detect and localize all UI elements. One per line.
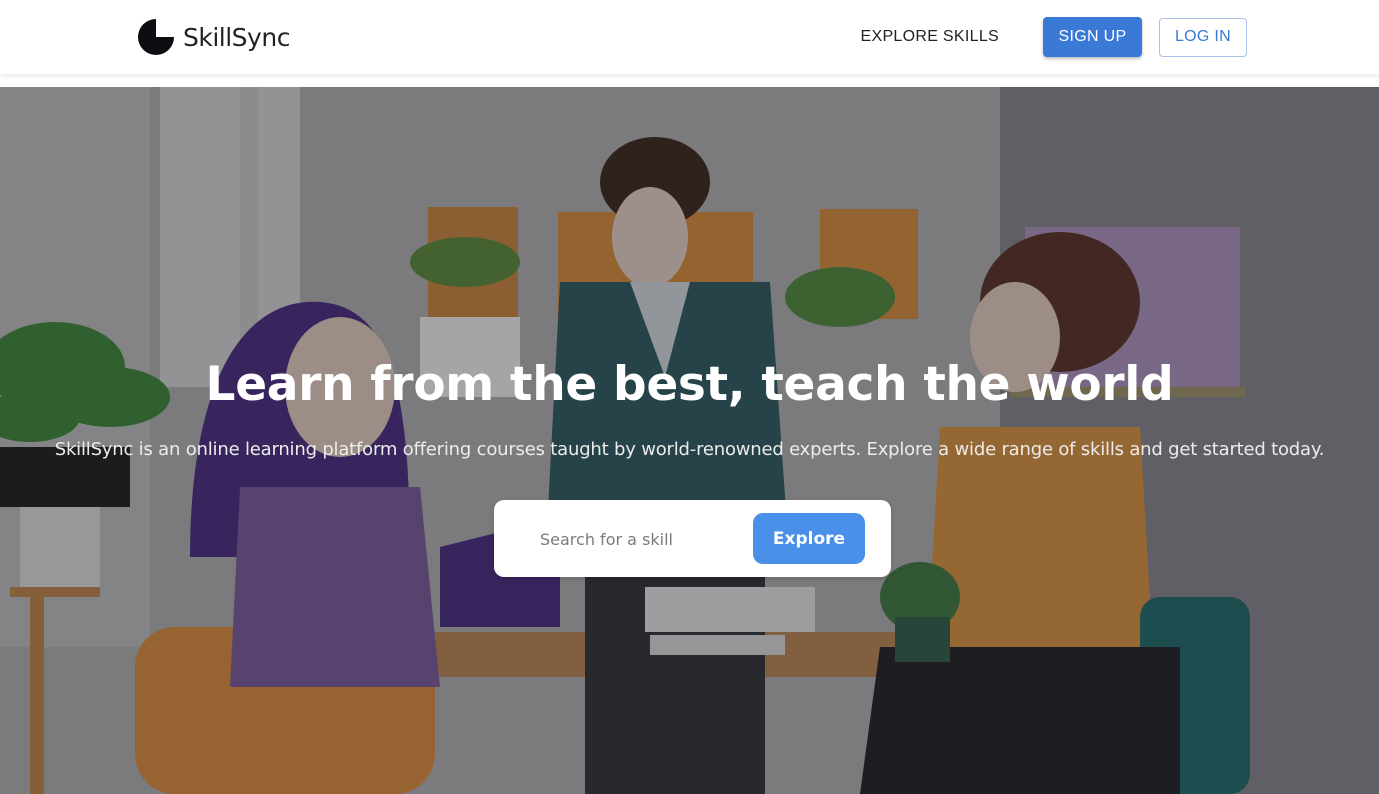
skill-search-box: Explore — [494, 500, 891, 577]
brand-name: SkillSync — [183, 22, 290, 52]
nav-actions: EXPLORE SKILLS SIGN UP LOG IN — [861, 17, 1247, 57]
brand-home-link[interactable]: SkillSync — [137, 18, 290, 56]
sign-up-button[interactable]: SIGN UP — [1043, 17, 1142, 57]
explore-button[interactable]: Explore — [753, 513, 865, 564]
skill-search-input[interactable] — [540, 524, 740, 554]
hero-title: Learn from the best, teach the world — [205, 357, 1174, 412]
log-in-button[interactable]: LOG IN — [1159, 17, 1247, 57]
top-navbar: SkillSync EXPLORE SKILLS SIGN UP LOG IN — [0, 0, 1379, 74]
hero-subtitle: SkillSync is an online learning platform… — [54, 439, 1325, 460]
explore-skills-link[interactable]: EXPLORE SKILLS — [861, 28, 1000, 46]
half-circle-logo-icon — [138, 19, 174, 55]
hero-section: Learn from the best, teach the world Ski… — [0, 87, 1379, 794]
